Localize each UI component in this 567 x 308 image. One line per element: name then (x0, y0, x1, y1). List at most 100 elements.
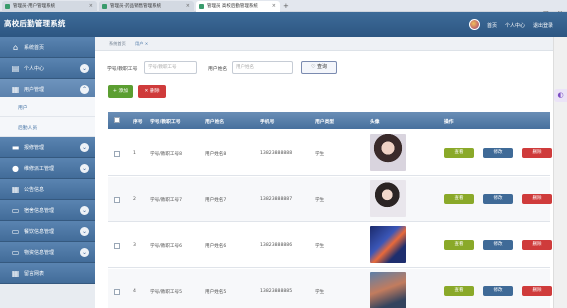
avatar-photo (370, 272, 406, 308)
column-header: 学号/教职工号 (150, 120, 181, 125)
edit-button[interactable]: 修改 (483, 148, 513, 158)
sidebar-item-messages[interactable]: ▦ 留言网表 (0, 263, 95, 284)
logout-link[interactable]: 退出登录 (533, 22, 553, 29)
column-header: 用户姓名 (205, 120, 225, 125)
cell-phone: 13823888888 (260, 151, 293, 156)
view-button[interactable]: 查看 (444, 148, 474, 158)
submenu-item-label: 用户 (18, 106, 28, 111)
cell-name: 用户姓名7 (205, 198, 227, 203)
avatar-photo (370, 180, 406, 217)
sidebar-item-label: 公告信息 (24, 187, 45, 193)
breadcrumb: 系统首页 用户 × (95, 37, 553, 51)
table-row: 3 学号/教职工号6 用户姓名6 13823888886 学生 查看 修改 删除 (108, 223, 552, 268)
sidebar-item-catering[interactable]: ▭ 餐饮信息管理 ⌄ (0, 221, 95, 242)
delete-button[interactable]: 删除 (522, 286, 552, 296)
submenu-item-users[interactable]: 用户 (0, 97, 95, 117)
tab-title: 管理员 高校后勤管理系统 (207, 4, 258, 9)
batch-delete-button[interactable]: ✕ 删除 (138, 85, 166, 98)
chevron-down-icon: ⌄ (80, 227, 89, 236)
chevron-down-icon: ⌄ (80, 248, 89, 257)
cell-name: 用户姓名5 (205, 290, 227, 295)
student-id-input[interactable]: 学号/教职工号 (144, 61, 197, 74)
sidebar-item-profile[interactable]: ▤ 个人中心 ⌄ (0, 58, 95, 79)
cell-id: 学号/教职工号6 (150, 244, 183, 249)
column-header: 操作 (444, 120, 454, 125)
archive-icon: ▭ (11, 248, 20, 257)
close-tab-icon[interactable]: × (272, 1, 276, 12)
cell-type: 学生 (315, 198, 325, 203)
search-bar: 学号/教职工号 学号/教职工号 用户姓名 用户姓名 ♡ 查询 (95, 59, 553, 77)
close-tab-icon[interactable]: × (89, 1, 93, 12)
delete-button[interactable]: 删除 (522, 240, 552, 250)
browser-tab[interactable]: 管理员-药品销售管理系统 × (99, 1, 194, 12)
app-header: 高校后勤管理系统 首页 个人中心 退出登录 (0, 12, 567, 37)
submenu-item-logistics-staff[interactable]: 后勤人员 (0, 117, 95, 137)
chevron-up-icon: ⌃ (80, 85, 89, 94)
chat-icon: ▬ (11, 143, 20, 152)
row-checkbox[interactable] (114, 151, 120, 157)
cell-index: 3 (133, 243, 136, 248)
side-assistant-icon[interactable]: ◐ (554, 89, 567, 102)
chevron-down-icon: ⌄ (80, 164, 89, 173)
row-checkbox[interactable] (114, 197, 120, 203)
edit-button[interactable]: 修改 (483, 286, 513, 296)
sidebar-item-dormitory[interactable]: ▭ 宿舍信息管理 ⌄ (0, 200, 95, 221)
browser-tab[interactable]: 管理员-用户管理系统 × (2, 1, 97, 12)
column-header: 手机号 (260, 120, 275, 125)
view-button[interactable]: 查看 (444, 286, 474, 296)
sidebar-item-label: 餐饮信息管理 (24, 229, 55, 235)
cell-name: 用户姓名6 (205, 244, 227, 249)
profile-link[interactable]: 个人中心 (505, 22, 525, 29)
column-header: 序号 (133, 120, 143, 125)
sidebar-item-repair[interactable]: ▬ 报修管理 ⌄ (0, 137, 95, 158)
breadcrumb-home[interactable]: 系统首页 (109, 41, 126, 47)
browser-tab-bar: 管理员-用户管理系统 × 管理员-药品销售管理系统 × 管理员 高校后勤管理系统… (0, 0, 567, 17)
grid-icon: ▦ (11, 269, 20, 278)
new-tab-button[interactable]: + (283, 1, 289, 11)
close-tab-icon[interactable]: × (186, 1, 190, 12)
sidebar-item-label: 留言网表 (24, 271, 45, 277)
tab-title: 管理员-用户管理系统 (13, 4, 56, 9)
cell-phone: 13823888887 (260, 197, 293, 202)
column-header: 用户类型 (315, 120, 335, 125)
sidebar-item-home[interactable]: ⌂ 系统首页 (0, 37, 95, 58)
cell-index: 4 (133, 289, 136, 294)
edit-button[interactable]: 修改 (483, 240, 513, 250)
cell-type: 学生 (315, 290, 325, 295)
table-header: 序号 学号/教职工号 用户姓名 手机号 用户类型 头像 操作 (108, 112, 550, 129)
app-title: 高校后勤管理系统 (4, 19, 66, 28)
avatar-photo (370, 226, 406, 263)
user-name-input[interactable]: 用户姓名 (232, 61, 293, 74)
view-button[interactable]: 查看 (444, 194, 474, 204)
search-button[interactable]: ♡ 查询 (301, 61, 337, 74)
sidebar-item-label: 宿舍信息管理 (24, 208, 55, 214)
add-button[interactable]: + 添加 (108, 85, 133, 98)
avatar-photo (370, 134, 406, 171)
browser-tab-active[interactable]: 管理员 高校后勤管理系统 × (196, 1, 280, 12)
cell-id: 学号/教职工号7 (150, 198, 183, 203)
sidebar-item-dispatch[interactable]: ● 维修派工管理 ⌄ (0, 158, 95, 179)
edit-button[interactable]: 修改 (483, 194, 513, 204)
delete-button[interactable]: 删除 (522, 194, 552, 204)
vertical-scrollbar[interactable] (553, 37, 567, 308)
row-checkbox[interactable] (114, 289, 120, 295)
cell-id: 学号/教职工号5 (150, 290, 183, 295)
delete-button[interactable]: 删除 (522, 148, 552, 158)
view-button[interactable]: 查看 (444, 240, 474, 250)
sidebar: ⌂ 系统首页 ▤ 个人中心 ⌄ ▦ 用户管理 ⌃ 用户 后勤人员 ▬ 报修管理 … (0, 37, 95, 308)
row-checkbox[interactable] (114, 243, 120, 249)
sidebar-item-label: 用户管理 (24, 87, 45, 93)
favicon-icon (199, 4, 204, 9)
submenu-item-label: 后勤人员 (18, 126, 38, 131)
cell-index: 2 (133, 197, 136, 202)
user-avatar[interactable] (469, 19, 480, 30)
sidebar-item-supplies[interactable]: ▭ 物资信息管理 ⌄ (0, 242, 95, 263)
sidebar-item-label: 系统首页 (24, 45, 45, 51)
sidebar-item-label: 维修派工管理 (24, 166, 55, 172)
home-link[interactable]: 首页 (487, 22, 497, 29)
breadcrumb-current-tab[interactable]: 用户 × (135, 41, 148, 47)
sidebar-item-label: 个人中心 (24, 66, 45, 72)
sidebar-item-notices[interactable]: ▦ 公告信息 (0, 179, 95, 200)
grid-icon: ▦ (11, 85, 20, 94)
select-all-checkbox[interactable] (114, 117, 120, 123)
